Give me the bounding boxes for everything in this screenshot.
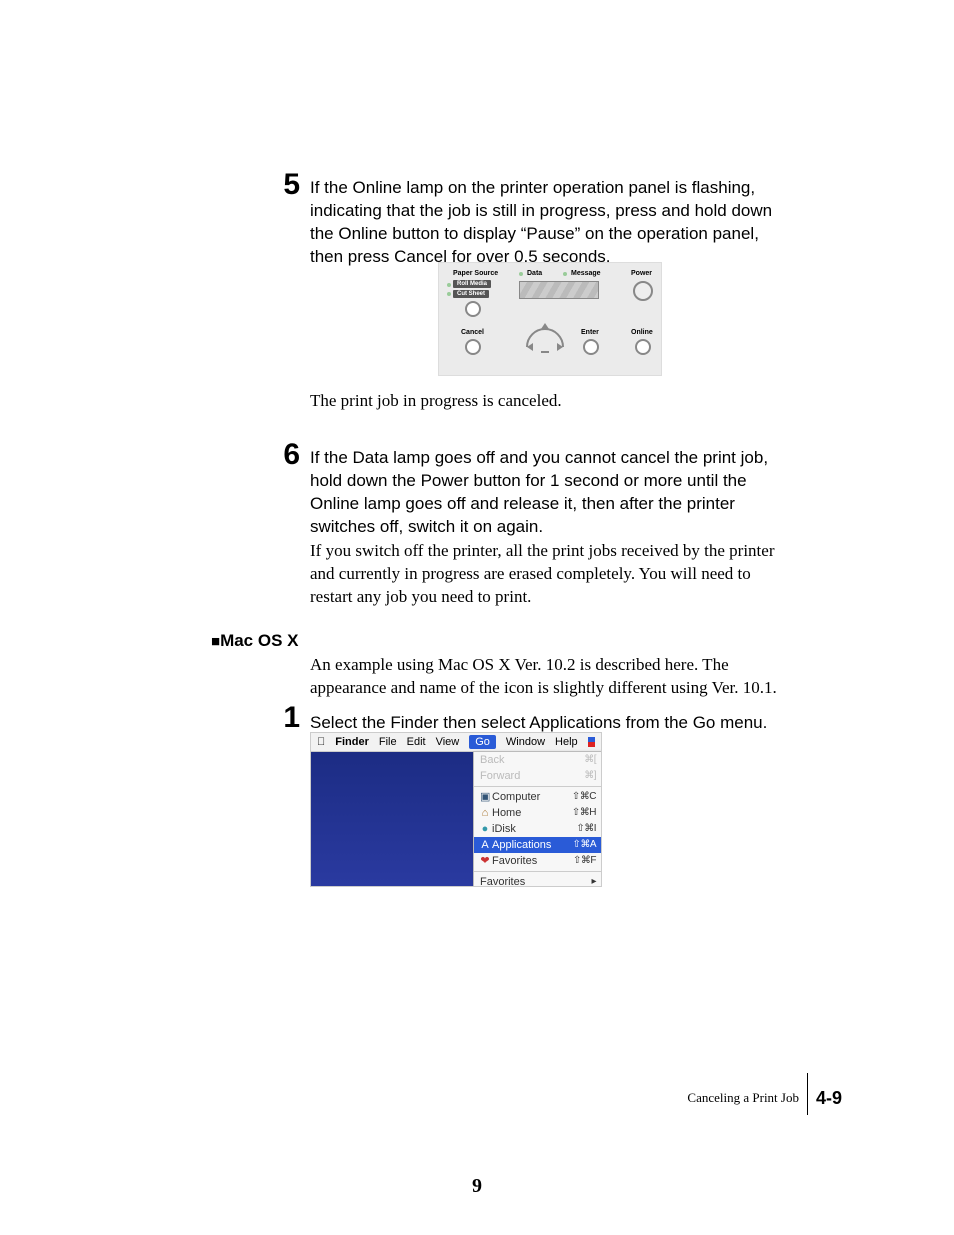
- label-cancel: Cancel: [461, 329, 484, 336]
- label-enter: Enter: [581, 329, 599, 336]
- menu-item-favorites-submenu[interactable]: Favorites▸: [474, 874, 602, 887]
- label-power: Power: [631, 270, 652, 277]
- label-cut-sheet: Cut Sheet: [453, 290, 489, 298]
- step-5-number: 5: [266, 170, 300, 200]
- menu-item-computer[interactable]: ▣Computer⇧⌘C: [474, 789, 602, 805]
- step-5-text: If the Online lamp on the printer operat…: [310, 170, 796, 269]
- step-5-result: The print job in progress is canceled.: [310, 390, 790, 413]
- idisk-icon: ●: [480, 822, 490, 836]
- menu-go[interactable]: Go: [469, 735, 496, 749]
- label-paper-source: Paper Source: [453, 270, 498, 277]
- menu-file[interactable]: File: [379, 736, 397, 748]
- section-intro: An example using Mac OS X Ver. 10.2 is d…: [310, 654, 790, 700]
- footer-section-title: Canceling a Print Job: [687, 1090, 807, 1106]
- step-6-text: If the Data lamp goes off and you cannot…: [310, 440, 796, 539]
- menu-item-forward: Forward⌘]: [474, 768, 602, 784]
- go-menu-dropdown: Back⌘[ Forward⌘] ▣Computer⇧⌘C ⌂Home⇧⌘H ●…: [473, 751, 602, 887]
- step-1-text: Select the Finder then select Applicatio…: [310, 703, 767, 735]
- label-roll-media: Roll Media: [453, 280, 491, 288]
- menu-finder[interactable]: Finder: [335, 736, 369, 748]
- menu-item-home[interactable]: ⌂Home⇧⌘H: [474, 805, 602, 821]
- menu-item-favorites[interactable]: ❤Favorites⇧⌘F: [474, 853, 602, 869]
- page-number-bottom: 9: [0, 1175, 954, 1198]
- bullet-icon: ■: [211, 633, 220, 650]
- home-icon: ⌂: [480, 806, 490, 820]
- apple-menu-icon[interactable]: : [317, 736, 325, 748]
- submenu-arrow-icon: ▸: [591, 875, 596, 887]
- applications-icon: A: [480, 838, 490, 852]
- computer-icon: ▣: [480, 790, 490, 804]
- step-6-note: If you switch off the printer, all the p…: [310, 540, 790, 609]
- flag-icon[interactable]: [588, 737, 595, 747]
- label-message: Message: [571, 270, 601, 277]
- menu-window[interactable]: Window: [506, 736, 545, 748]
- printer-panel-illustration: Paper Source Roll Media Cut Sheet Data M…: [438, 262, 662, 376]
- footer-divider: [807, 1073, 808, 1115]
- label-data: Data: [527, 270, 542, 277]
- label-online: Online: [631, 329, 653, 336]
- step-6-number: 6: [266, 440, 300, 470]
- menu-item-applications[interactable]: AApplications⇧⌘A: [474, 837, 602, 853]
- mac-screenshot:  Finder File Edit View Go Window Help B…: [310, 732, 602, 887]
- dial-icon: [523, 317, 567, 353]
- menu-help[interactable]: Help: [555, 736, 578, 748]
- footer-page-number: 4-9: [816, 1088, 842, 1109]
- favorites-icon: ❤: [480, 854, 490, 868]
- menu-edit[interactable]: Edit: [407, 736, 426, 748]
- section-title: Mac OS X: [220, 631, 298, 650]
- menu-item-back: Back⌘[: [474, 752, 602, 768]
- menu-item-idisk[interactable]: ●iDisk⇧⌘I: [474, 821, 602, 837]
- menu-view[interactable]: View: [436, 736, 460, 748]
- step-1-number: 1: [266, 703, 300, 733]
